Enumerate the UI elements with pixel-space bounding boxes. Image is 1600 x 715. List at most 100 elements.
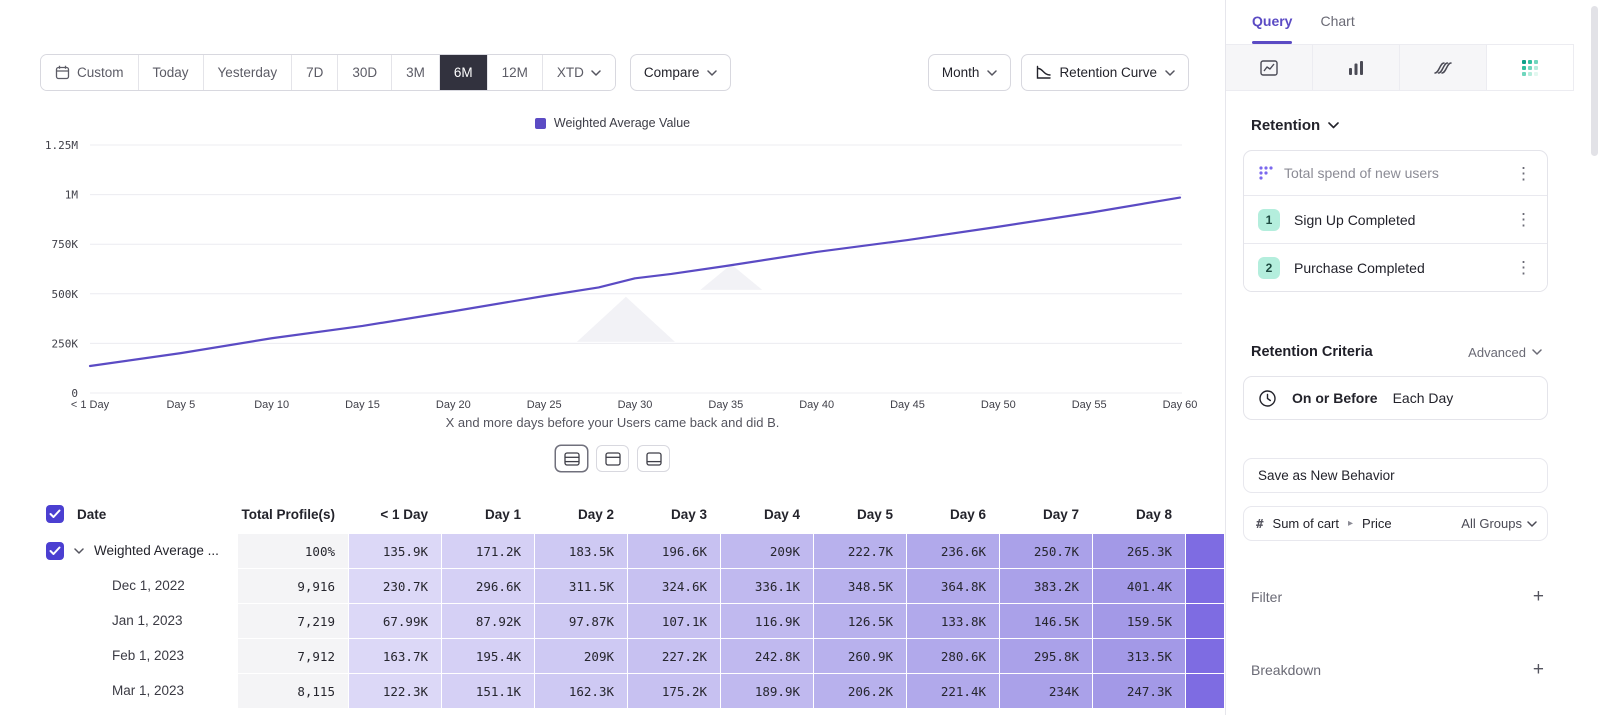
retention-criteria-card[interactable]: On or Before Each Day — [1243, 376, 1548, 420]
retention-value-cell[interactable]: 222.7K — [813, 533, 906, 568]
table-rows-view-button[interactable] — [555, 445, 588, 472]
retention-value-cell[interactable]: 296.6K — [441, 568, 534, 603]
retention-value-cell[interactable]: 242.8K — [720, 638, 813, 673]
retention-value-cell[interactable]: 162.3K — [534, 673, 627, 708]
retention-value-cell[interactable]: 221.4K — [906, 673, 999, 708]
retention-value-cell[interactable]: 116.9K — [720, 603, 813, 638]
date-range-30d[interactable]: 30D — [338, 55, 392, 90]
retention-value-cell-clipped[interactable] — [1185, 533, 1224, 568]
retention-value-cell[interactable]: 189.9K — [720, 673, 813, 708]
retention-value-cell[interactable]: 151.1K — [441, 673, 534, 708]
granularity-dropdown[interactable]: Month — [928, 54, 1012, 91]
retention-dropdown[interactable]: Retention — [1251, 117, 1339, 134]
section-label: Breakdown — [1251, 662, 1321, 678]
retention-value-cell[interactable]: 159.5K — [1092, 603, 1185, 638]
scrollbar-thumb[interactable] — [1591, 6, 1598, 156]
retention-value-cell[interactable]: 311.5K — [534, 568, 627, 603]
retention-value-cell[interactable]: 247.3K — [1092, 673, 1185, 708]
retention-value-cell[interactable]: 135.9K — [348, 533, 441, 568]
expand-row-icon[interactable] — [74, 548, 84, 554]
date-range-yesterday[interactable]: Yesterday — [204, 55, 293, 90]
retention-value-cell[interactable]: 195.4K — [441, 638, 534, 673]
retention-value-cell[interactable]: 196.6K — [627, 533, 720, 568]
retention-value-cell[interactable]: 313.5K — [1092, 638, 1185, 673]
retention-value-cell[interactable]: 280.6K — [906, 638, 999, 673]
kebab-menu-icon[interactable]: ⋮ — [1510, 165, 1537, 182]
retention-value-cell[interactable]: 348.5K — [813, 568, 906, 603]
retention-value-cell[interactable]: 230.7K — [348, 568, 441, 603]
advanced-label: Advanced — [1468, 345, 1526, 360]
retention-value-cell-clipped[interactable] — [1185, 673, 1224, 708]
table-row[interactable]: Feb 1, 20237,912163.7K195.4K209K227.2K24… — [0, 638, 1225, 673]
date-range-label: 3M — [406, 65, 425, 80]
retention-value-cell[interactable]: 122.3K — [348, 673, 441, 708]
kebab-menu-icon[interactable]: ⋮ — [1510, 259, 1537, 276]
table-compact-view-button[interactable] — [637, 445, 670, 472]
advanced-dropdown[interactable]: Advanced — [1468, 345, 1542, 360]
table-row[interactable]: Mar 1, 20238,115122.3K151.1K162.3K175.2K… — [0, 673, 1225, 708]
retention-value-cell[interactable]: 295.8K — [999, 638, 1092, 673]
chart-type-flows-button[interactable] — [1400, 45, 1487, 90]
retention-value-cell[interactable]: 236.6K — [906, 533, 999, 568]
retention-value-cell[interactable]: 163.7K — [348, 638, 441, 673]
measure-row[interactable]: # Sum of cart ▸ Price All Groups — [1243, 506, 1548, 541]
compare-button[interactable]: Compare — [630, 54, 732, 91]
retention-value-cell-clipped[interactable] — [1185, 638, 1224, 673]
retention-value-cell[interactable]: 383.2K — [999, 568, 1092, 603]
save-as-new-behavior-button[interactable]: Save as New Behavior — [1243, 458, 1548, 493]
table-row[interactable]: Jan 1, 20237,21967.99K87.92K97.87K107.1K… — [0, 603, 1225, 638]
retention-value-cell[interactable]: 206.2K — [813, 673, 906, 708]
retention-value-cell[interactable]: 183.5K — [534, 533, 627, 568]
date-range-12m[interactable]: 12M — [488, 55, 543, 90]
behavior-step[interactable]: 1Sign Up Completed⋮ — [1244, 195, 1547, 243]
chart-type-insights-button[interactable] — [1226, 45, 1313, 90]
retention-value-cell-clipped[interactable] — [1185, 568, 1224, 603]
retention-value-cell[interactable]: 87.92K — [441, 603, 534, 638]
view-type-dropdown[interactable]: Retention Curve — [1021, 54, 1189, 91]
retention-value-cell[interactable]: 324.6K — [627, 568, 720, 603]
date-range-3m[interactable]: 3M — [392, 55, 440, 90]
table-row[interactable]: Weighted Average ...100%135.9K171.2K183.… — [0, 533, 1225, 568]
groups-dropdown[interactable]: All Groups — [1461, 516, 1537, 531]
retention-value-cell[interactable]: 209K — [720, 533, 813, 568]
behavior-header[interactable]: Total spend of new users ⋮ — [1244, 151, 1547, 195]
retention-value-cell[interactable]: 234K — [999, 673, 1092, 708]
add-filter-button[interactable]: + — [1533, 587, 1544, 606]
kebab-menu-icon[interactable]: ⋮ — [1510, 211, 1537, 228]
retention-value-cell[interactable]: 364.8K — [906, 568, 999, 603]
retention-value-cell[interactable]: 227.2K — [627, 638, 720, 673]
table-split-view-button[interactable] — [596, 445, 629, 472]
retention-value-cell[interactable]: 67.99K — [348, 603, 441, 638]
tab-query[interactable]: Query — [1252, 13, 1292, 35]
retention-value-cell[interactable]: 107.1K — [627, 603, 720, 638]
add-breakdown-button[interactable]: + — [1533, 660, 1544, 679]
tab-chart[interactable]: Chart — [1320, 13, 1354, 35]
select-all-checkbox[interactable] — [46, 505, 64, 523]
behavior-step[interactable]: 2Purchase Completed⋮ — [1244, 243, 1547, 291]
retention-value-cell[interactable]: 97.87K — [534, 603, 627, 638]
date-range-6m[interactable]: 6M — [440, 55, 488, 90]
retention-value-cell[interactable]: 146.5K — [999, 603, 1092, 638]
retention-value-cell-clipped[interactable] — [1185, 603, 1224, 638]
chevron-down-icon — [1532, 349, 1542, 355]
table-row[interactable]: Dec 1, 20229,916230.7K296.6K311.5K324.6K… — [0, 568, 1225, 603]
retention-value-cell[interactable]: 401.4K — [1092, 568, 1185, 603]
retention-value-cell[interactable]: 250.7K — [999, 533, 1092, 568]
retention-value-cell[interactable]: 260.9K — [813, 638, 906, 673]
retention-value-cell[interactable]: 336.1K — [720, 568, 813, 603]
date-range-7d[interactable]: 7D — [292, 55, 338, 90]
row-checkbox[interactable] — [46, 542, 64, 560]
retention-value-cell[interactable]: 126.5K — [813, 603, 906, 638]
date-range-xtd[interactable]: XTD — [543, 55, 615, 90]
retention-value-cell[interactable]: 175.2K — [627, 673, 720, 708]
retention-value-cell[interactable]: 209K — [534, 638, 627, 673]
date-range-custom[interactable]: Custom — [41, 55, 139, 90]
retention-value-cell[interactable]: 265.3K — [1092, 533, 1185, 568]
retention-value-cell[interactable]: 171.2K — [441, 533, 534, 568]
view-toggles — [0, 445, 1225, 472]
row-header-date: Feb 1, 2023 — [0, 638, 238, 673]
retention-value-cell[interactable]: 133.8K — [906, 603, 999, 638]
chart-type-bar-button[interactable] — [1313, 45, 1400, 90]
date-range-today[interactable]: Today — [139, 55, 204, 90]
chart-type-retention-button[interactable] — [1487, 45, 1574, 90]
